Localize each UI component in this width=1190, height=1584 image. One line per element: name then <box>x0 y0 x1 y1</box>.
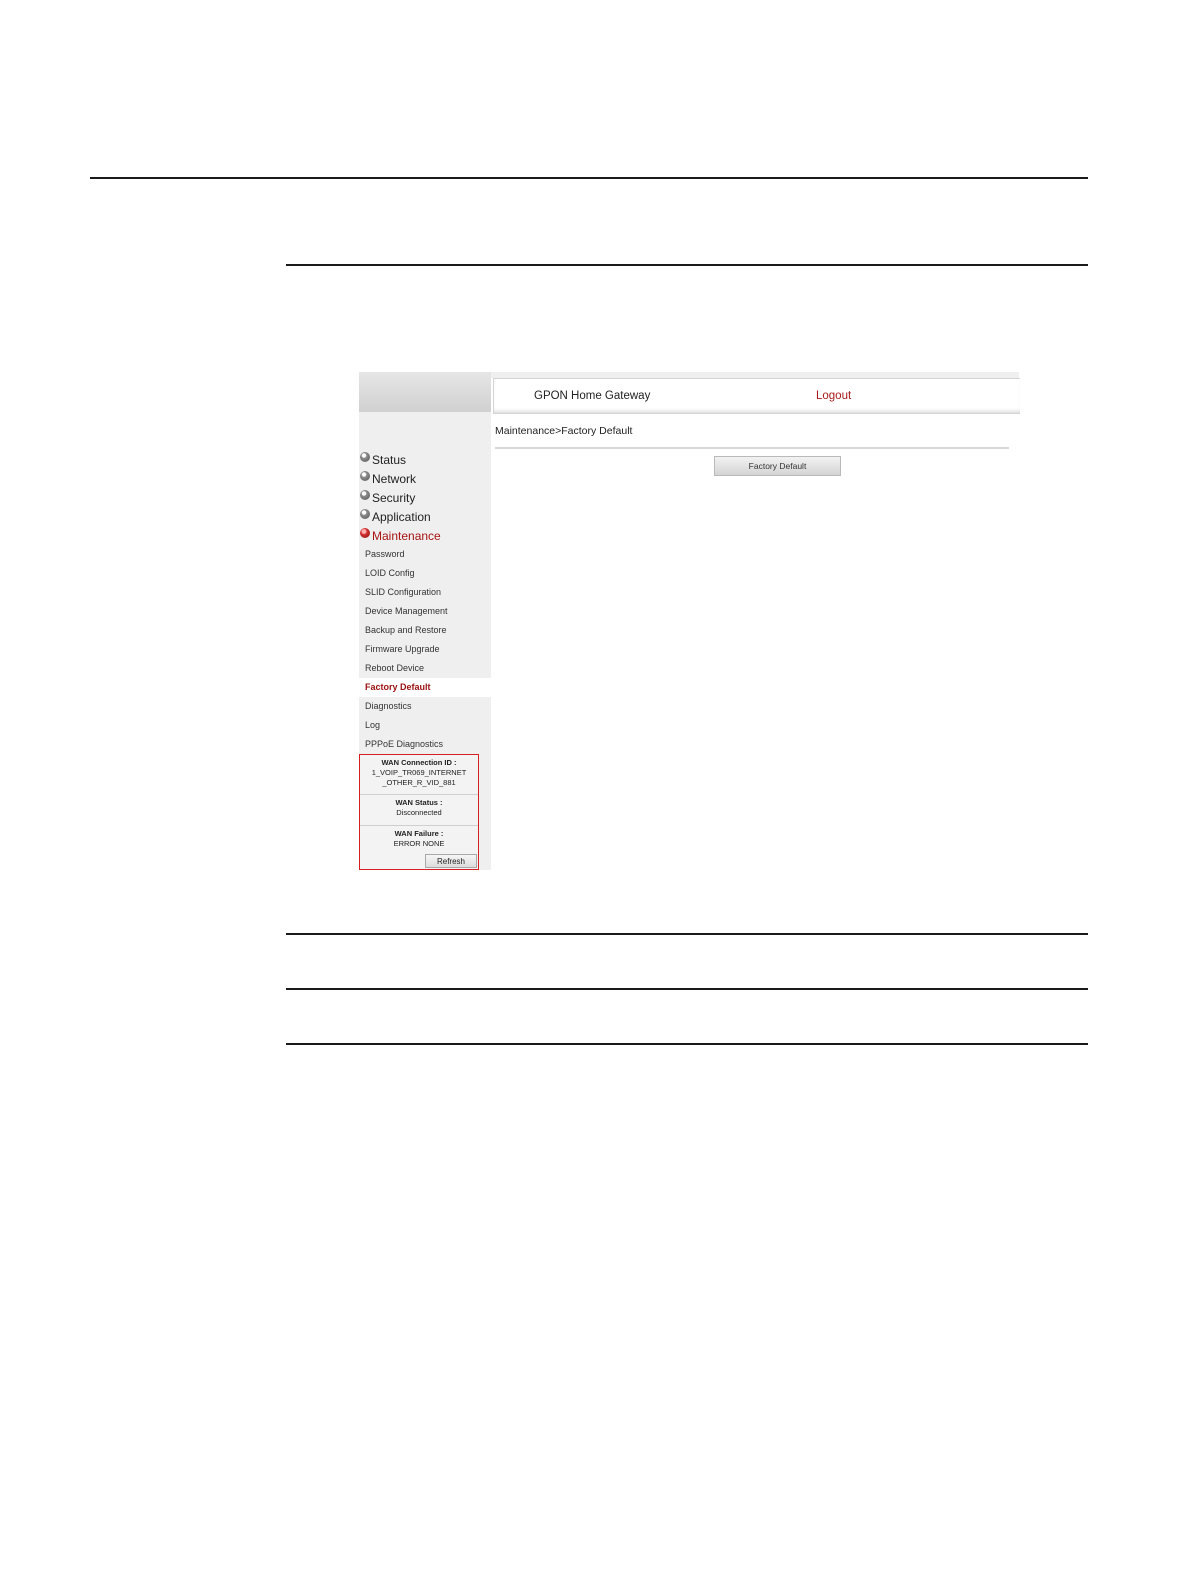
wan-status-value: Disconnected <box>396 808 442 817</box>
menu-item-network[interactable]: Network <box>359 469 491 488</box>
wan-connection-label: WAN Connection ID : <box>381 758 457 767</box>
wan-status-block: WAN Status : Disconnected <box>360 795 478 826</box>
wan-failure-label: WAN Failure : <box>394 829 444 838</box>
page-rule-top <box>90 177 1088 179</box>
main-menu: Status Network Security Application Main… <box>359 450 491 754</box>
maintenance-submenu: Password LOID Config SLID Configuration … <box>359 545 491 754</box>
plus-bullet-icon <box>360 470 370 481</box>
menu-item-application[interactable]: Application <box>359 507 491 526</box>
submenu-item-firmware-upgrade[interactable]: Firmware Upgrade <box>359 640 491 659</box>
menu-item-label: Network <box>372 471 417 486</box>
submenu-item-factory-default[interactable]: Factory Default <box>359 678 491 697</box>
menu-item-label: Status <box>372 452 407 467</box>
sidebar-header <box>359 372 491 412</box>
minus-bullet-icon <box>360 527 370 538</box>
menu-item-label: Security <box>372 490 416 505</box>
factory-default-button[interactable]: Factory Default <box>714 456 841 476</box>
submenu-item-diagnostics[interactable]: Diagnostics <box>359 697 491 716</box>
submenu-item-log[interactable]: Log <box>359 716 491 735</box>
router-web-ui: Status Network Security Application Main… <box>359 372 1020 872</box>
menu-item-security[interactable]: Security <box>359 488 491 507</box>
submenu-item-password[interactable]: Password <box>359 545 491 564</box>
plus-bullet-icon <box>360 451 370 462</box>
logout-link[interactable]: Logout <box>816 390 851 402</box>
wan-status-label: WAN Status : <box>395 798 443 807</box>
plus-bullet-icon <box>360 508 370 519</box>
breadcrumb: Maintenance>Factory Default <box>495 425 633 437</box>
wan-connection-block: WAN Connection ID : 1_VOIP_TR069_INTERNE… <box>360 755 478 795</box>
wan-failure-value: ERROR NONE <box>393 839 445 848</box>
section-rule <box>286 933 1088 935</box>
menu-item-label: Maintenance <box>372 528 441 543</box>
section-rule <box>286 988 1088 990</box>
submenu-item-loid-config[interactable]: LOID Config <box>359 564 491 583</box>
plus-bullet-icon <box>360 489 370 500</box>
wan-failure-block: WAN Failure : ERROR NONE <box>360 826 478 855</box>
submenu-item-slid-configuration[interactable]: SLID Configuration <box>359 583 491 602</box>
submenu-item-pppoe-diagnostics[interactable]: PPPoE Diagnostics <box>359 735 491 754</box>
breadcrumb-divider <box>495 447 1009 449</box>
wan-connection-value-line2: _OTHER_R_VID_881 <box>382 778 456 787</box>
wan-status-panel: WAN Connection ID : 1_VOIP_TR069_INTERNE… <box>359 754 479 870</box>
sidebar: Status Network Security Application Main… <box>359 372 491 870</box>
refresh-button[interactable]: Refresh <box>425 854 477 868</box>
menu-item-label: Application <box>372 509 431 524</box>
app-title: GPON Home Gateway <box>534 390 651 402</box>
menu-item-maintenance[interactable]: Maintenance <box>359 526 491 545</box>
header-bar: GPON Home Gateway Logout <box>493 378 1020 414</box>
submenu-item-reboot-device[interactable]: Reboot Device <box>359 659 491 678</box>
menu-item-status[interactable]: Status <box>359 450 491 469</box>
section-rule <box>286 1043 1088 1045</box>
submenu-item-device-management[interactable]: Device Management <box>359 602 491 621</box>
submenu-item-backup-restore[interactable]: Backup and Restore <box>359 621 491 640</box>
wan-connection-value-line1: 1_VOIP_TR069_INTERNET <box>371 768 467 777</box>
section-rule <box>286 264 1088 266</box>
